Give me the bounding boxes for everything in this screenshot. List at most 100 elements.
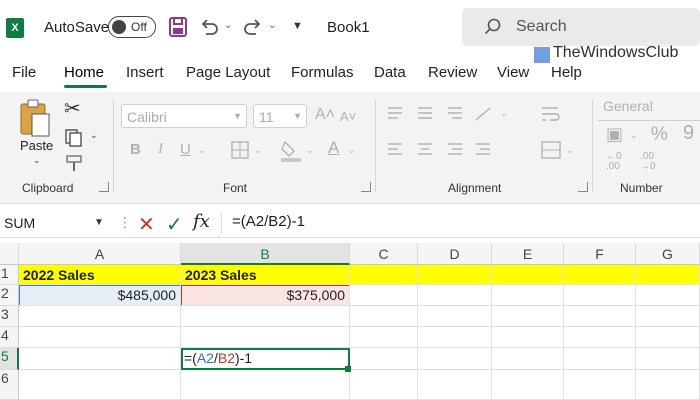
cell-c2[interactable]	[350, 285, 418, 306]
cell-a1[interactable]: 2022 Sales	[19, 265, 181, 285]
cell-g5[interactable]	[636, 348, 700, 370]
tab-home[interactable]: Home	[64, 64, 104, 81]
cell-g1[interactable]	[636, 265, 700, 285]
borders-dropdown-icon[interactable]: ⌄	[254, 145, 262, 156]
column-header-b[interactable]: B	[181, 243, 350, 265]
tab-formulas[interactable]: Formulas	[291, 64, 354, 81]
cell-g4[interactable]	[636, 327, 700, 348]
cell-f5[interactable]	[564, 348, 636, 370]
cell-g6[interactable]	[636, 370, 700, 400]
underline-icon[interactable]: U	[180, 141, 191, 158]
cell-f6[interactable]	[564, 370, 636, 400]
select-all-corner[interactable]	[0, 243, 19, 265]
horizontal-alignment-icons[interactable]	[386, 140, 496, 160]
italic-icon[interactable]: I	[158, 141, 163, 158]
increase-font-size-icon[interactable]: A˄	[315, 106, 335, 124]
borders-icon[interactable]	[230, 140, 250, 160]
cell-a2[interactable]: $485,000	[19, 285, 181, 306]
paste-label[interactable]: Paste	[20, 138, 53, 153]
font-color-dropdown-icon[interactable]: ⌄	[348, 145, 356, 156]
cell-b2[interactable]: $375,000	[181, 285, 350, 306]
row-header-3[interactable]: 3	[0, 306, 19, 327]
cell-a6[interactable]	[19, 370, 181, 400]
cell-e2[interactable]	[492, 285, 564, 306]
font-color-icon[interactable]: A	[328, 138, 339, 158]
row-header-2[interactable]: 2	[0, 285, 19, 306]
cut-icon[interactable]: ✂	[64, 96, 81, 121]
cell-c3[interactable]	[350, 306, 418, 327]
undo-dropdown-icon[interactable]: ⌄	[224, 20, 232, 31]
underline-dropdown-icon[interactable]: ⌄	[198, 145, 206, 156]
formula-input[interactable]: =(A2/B2)-1	[232, 213, 305, 230]
column-header-f[interactable]: F	[564, 243, 636, 265]
cell-g3[interactable]	[636, 306, 700, 327]
decrease-decimal-icon[interactable]: .00 →0	[640, 152, 656, 172]
cell-b1[interactable]: 2023 Sales	[181, 265, 350, 285]
orientation-dropdown-icon[interactable]: ⌄	[500, 108, 508, 119]
undo-icon[interactable]	[198, 14, 220, 40]
format-painter-icon[interactable]	[64, 154, 84, 174]
cell-d3[interactable]	[418, 306, 492, 327]
cell-e4[interactable]	[492, 327, 564, 348]
column-header-a[interactable]: A	[19, 243, 181, 265]
column-header-d[interactable]: D	[418, 243, 492, 265]
enter-icon[interactable]: ✓	[166, 212, 183, 237]
tab-review[interactable]: Review	[428, 64, 477, 81]
merge-dropdown-icon[interactable]: ⌄	[566, 145, 574, 156]
insert-function-icon[interactable]: fx	[193, 211, 210, 232]
paste-icon[interactable]	[18, 98, 52, 138]
redo-icon[interactable]	[242, 14, 264, 40]
autosave-toggle[interactable]: Off	[108, 16, 156, 38]
column-header-c[interactable]: C	[350, 243, 418, 265]
comma-style-icon[interactable]: 9	[683, 122, 694, 145]
cell-g2[interactable]	[636, 285, 700, 306]
alignment-launcher-icon[interactable]	[578, 182, 588, 192]
cell-b6[interactable]	[181, 370, 350, 400]
number-format-dropdown[interactable]: General	[598, 94, 700, 118]
cell-e6[interactable]	[492, 370, 564, 400]
fill-color-dropdown-icon[interactable]: ⌄	[306, 145, 314, 156]
cell-e3[interactable]	[492, 306, 564, 327]
row-header-5[interactable]: 5	[0, 348, 19, 370]
cell-d1[interactable]	[418, 265, 492, 285]
column-header-e[interactable]: E	[492, 243, 564, 265]
row-header-4[interactable]: 4	[0, 327, 19, 348]
wrap-text-icon[interactable]	[540, 104, 562, 124]
tab-data[interactable]: Data	[374, 64, 406, 81]
tab-help[interactable]: Help	[551, 64, 582, 81]
cell-a3[interactable]	[19, 306, 181, 327]
cell-c4[interactable]	[350, 327, 418, 348]
cell-c1[interactable]	[350, 265, 418, 285]
accounting-dropdown-icon[interactable]: ⌄	[630, 130, 638, 141]
save-icon[interactable]	[168, 14, 188, 40]
cell-f2[interactable]	[564, 285, 636, 306]
row-header-6[interactable]: 6	[0, 370, 19, 400]
redo-dropdown-icon[interactable]: ⌄	[268, 20, 276, 31]
font-size-dropdown[interactable]: 11 ▼	[253, 104, 307, 128]
cell-d5[interactable]	[418, 348, 492, 370]
fill-handle[interactable]	[345, 366, 351, 372]
decrease-font-size-icon[interactable]: A˅	[340, 109, 356, 124]
cell-a4[interactable]	[19, 327, 181, 348]
cell-f1[interactable]	[564, 265, 636, 285]
more-options-icon[interactable]: ⋮	[118, 214, 132, 231]
vertical-alignment-icons[interactable]	[386, 104, 496, 124]
name-box[interactable]: SUM ▼	[0, 210, 112, 236]
merge-center-icon[interactable]	[540, 140, 562, 160]
cell-c6[interactable]	[350, 370, 418, 400]
copy-icon[interactable]	[64, 128, 84, 148]
clipboard-launcher-icon[interactable]	[99, 182, 109, 192]
copy-dropdown-icon[interactable]: ⌄	[90, 130, 98, 141]
fill-color-icon[interactable]	[280, 138, 302, 162]
cancel-icon[interactable]: ✕	[138, 212, 155, 237]
cell-d4[interactable]	[418, 327, 492, 348]
percent-style-icon[interactable]: %	[651, 124, 668, 146]
cell-f3[interactable]	[564, 306, 636, 327]
cell-d6[interactable]	[418, 370, 492, 400]
cell-b4[interactable]	[181, 327, 350, 348]
font-launcher-icon[interactable]	[361, 182, 371, 192]
customize-toolbar-icon[interactable]: ▼	[292, 20, 303, 32]
cell-d2[interactable]	[418, 285, 492, 306]
cell-e1[interactable]	[492, 265, 564, 285]
cell-f4[interactable]	[564, 327, 636, 348]
